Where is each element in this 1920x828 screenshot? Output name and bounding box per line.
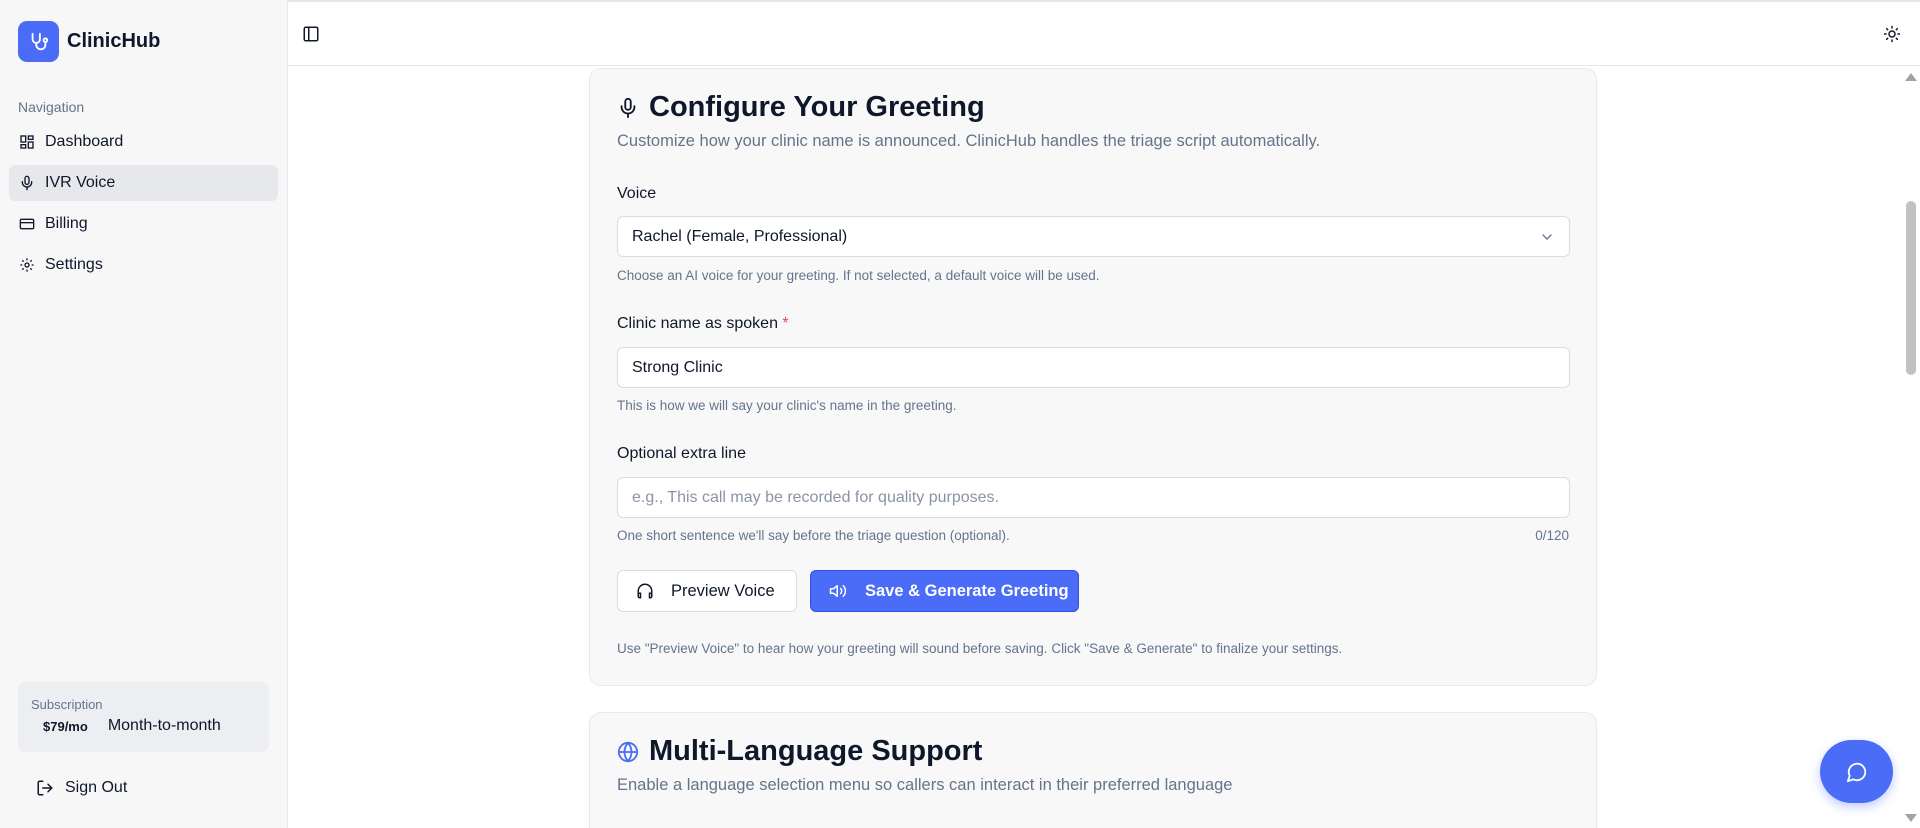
subscription-plan: Month-to-month bbox=[107, 717, 221, 734]
headphones-icon bbox=[636, 582, 654, 600]
sign-out-icon bbox=[36, 779, 54, 797]
character-counter: 0/120 bbox=[1535, 528, 1569, 543]
multi-language-title: Multi-Language Support bbox=[649, 735, 983, 767]
voice-select-value: Rachel (Female, Professional) bbox=[632, 227, 848, 245]
sign-out-button[interactable]: Sign Out bbox=[36, 779, 127, 797]
top-bar bbox=[288, 0, 1920, 66]
preview-voice-button[interactable]: Preview Voice bbox=[617, 570, 797, 612]
sidebar-item-label: Settings bbox=[45, 256, 103, 273]
subscription-card: Subscription $79/mo Month-to-month bbox=[18, 682, 269, 752]
scroll-down-arrow-icon[interactable] bbox=[1905, 814, 1917, 822]
save-generate-button[interactable]: Save & Generate Greeting bbox=[810, 570, 1079, 612]
chat-button[interactable] bbox=[1820, 740, 1893, 803]
sidebar-item-billing[interactable]: Billing bbox=[9, 206, 278, 242]
dashboard-icon bbox=[19, 134, 35, 150]
sidebar-item-label: IVR Voice bbox=[45, 174, 116, 191]
multi-language-card: Multi-Language Support Enable a language… bbox=[589, 712, 1597, 828]
preview-voice-label: Preview Voice bbox=[671, 581, 775, 600]
extra-line-placeholder: e.g., This call may be recorded for qual… bbox=[632, 488, 999, 506]
speaker-icon bbox=[829, 582, 847, 600]
extra-line-input[interactable]: e.g., This call may be recorded for qual… bbox=[617, 477, 1570, 518]
sidebar-nav: Dashboard IVR Voice Billing Settings bbox=[9, 124, 278, 288]
extra-line-help: One short sentence we'll say before the … bbox=[617, 528, 1010, 543]
required-mark: * bbox=[782, 315, 789, 332]
sidebar-toggle-icon[interactable] bbox=[301, 24, 321, 44]
greeting-title: Configure Your Greeting bbox=[649, 91, 985, 123]
sidebar: ClinicHub Navigation Dashboard IVR Voice… bbox=[0, 0, 288, 828]
nav-heading: Navigation bbox=[18, 99, 85, 115]
brand-name: ClinicHub bbox=[67, 30, 161, 52]
sidebar-item-ivr-voice[interactable]: IVR Voice bbox=[9, 165, 278, 201]
page-scrollbar[interactable] bbox=[1901, 67, 1920, 828]
main-content: Configure Your Greeting Customize how yo… bbox=[289, 67, 1901, 828]
chevron-down-icon bbox=[1539, 229, 1555, 245]
clinic-name-value: Strong Clinic bbox=[632, 358, 723, 376]
gear-icon bbox=[19, 257, 35, 273]
microphone-icon bbox=[19, 175, 35, 191]
chat-bubble-icon bbox=[1846, 761, 1868, 783]
sun-icon[interactable] bbox=[1882, 24, 1902, 44]
scrollbar-thumb[interactable] bbox=[1906, 201, 1916, 375]
sidebar-item-settings[interactable]: Settings bbox=[9, 247, 278, 283]
microphone-icon bbox=[617, 97, 639, 119]
subscription-price-badge: $79/mo bbox=[43, 718, 88, 734]
clinic-name-help: This is how we will say your clinic's na… bbox=[617, 398, 957, 413]
greeting-card: Configure Your Greeting Customize how yo… bbox=[589, 68, 1597, 686]
globe-icon bbox=[617, 740, 639, 763]
clinic-name-input[interactable]: Strong Clinic bbox=[617, 347, 1570, 388]
clinic-name-label: Clinic name as spoken * bbox=[617, 315, 789, 332]
extra-line-label: Optional extra line bbox=[617, 445, 746, 462]
scroll-up-arrow-icon[interactable] bbox=[1905, 73, 1917, 81]
save-generate-label: Save & Generate Greeting bbox=[865, 581, 1069, 600]
greeting-note: Use "Preview Voice" to hear how your gre… bbox=[617, 641, 1343, 656]
sidebar-item-label: Dashboard bbox=[45, 133, 124, 150]
credit-card-icon bbox=[19, 216, 35, 232]
greeting-title-row: Configure Your Greeting bbox=[617, 91, 985, 124]
sign-out-label: Sign Out bbox=[65, 779, 128, 796]
multi-language-title-row: Multi-Language Support bbox=[617, 735, 982, 768]
stethoscope-logo-icon bbox=[18, 21, 59, 62]
subscription-label: Subscription bbox=[31, 697, 103, 712]
brand[interactable]: ClinicHub bbox=[18, 21, 160, 62]
voice-help: Choose an AI voice for your greeting. If… bbox=[617, 268, 1100, 283]
voice-label: Voice bbox=[617, 185, 657, 202]
greeting-subtitle: Customize how your clinic name is announ… bbox=[617, 132, 1321, 150]
sidebar-item-label: Billing bbox=[45, 215, 88, 232]
multi-language-subtitle: Enable a language selection menu so call… bbox=[617, 776, 1233, 794]
sidebar-item-dashboard[interactable]: Dashboard bbox=[9, 124, 278, 160]
voice-select[interactable]: Rachel (Female, Professional) bbox=[617, 216, 1570, 257]
